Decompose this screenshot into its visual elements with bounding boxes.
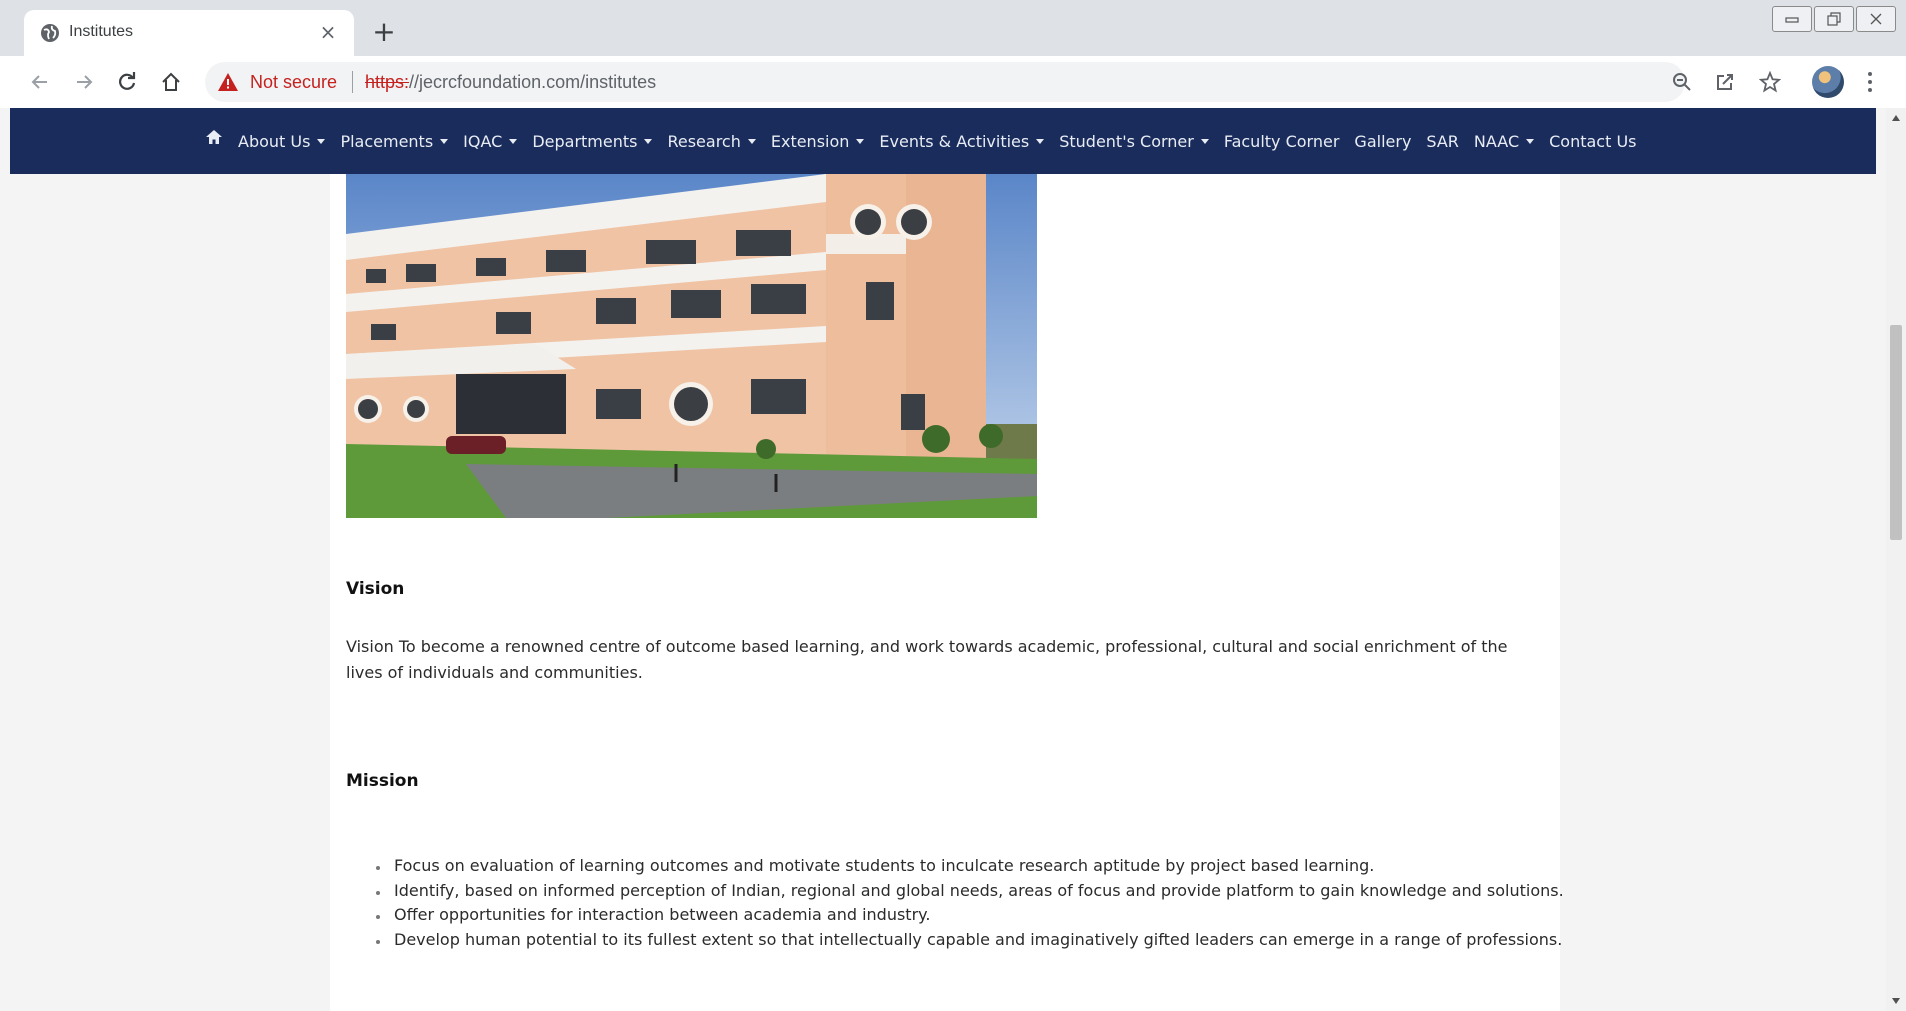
nav-item-placements[interactable]: Placements [340,131,449,151]
zoom-button[interactable] [1670,70,1694,94]
globe-icon [41,24,59,42]
warning-icon [218,73,238,91]
browser-toolbar: Not secure https://jecrcfoundation.com/i… [0,56,1906,108]
nav-item-extension[interactable]: Extension [771,132,865,151]
nav-item-events-activities[interactable]: Events & Activities [879,131,1045,151]
nav-item-label: IQAC [463,131,503,151]
browser-menu-icon[interactable] [1860,68,1880,96]
nav-item-iqac[interactable]: IQAC [463,131,518,151]
nav-item-contact-us[interactable]: Contact Us [1549,132,1636,151]
nav-item-gallery[interactable]: Gallery [1354,132,1411,151]
nav-item-label: Faculty Corner [1223,131,1340,151]
list-item: Offer opportunities for interaction betw… [390,903,1570,928]
restore-button[interactable] [1814,6,1854,32]
list-item: Identify, based on informed perception o… [390,879,1570,904]
nav-item-label: Student's Corner [1059,131,1194,151]
nav-item-label: SAR [1426,131,1459,151]
nav-item-label: Placements [340,131,434,151]
vision-text: Vision To become a renowned centre of ou… [346,637,1508,682]
caret-down-icon [747,138,756,144]
new-tab-button[interactable]: + [370,18,398,46]
scrollbar-thumb[interactable] [1890,325,1902,540]
home-icon [162,72,180,91]
bookmark-button[interactable] [1758,70,1782,94]
restore-icon [1827,12,1841,26]
nav-item-about-us[interactable]: About Us [238,131,326,151]
url-text[interactable]: https://jecrcfoundation.com/institutes [365,72,656,93]
close-tab-icon[interactable]: × [316,20,340,44]
nav-item-sar[interactable]: SAR [1426,132,1459,151]
reload-icon [119,72,136,90]
nav-item-label: Contact Us [1549,131,1637,151]
nav-item-label: Events & Activities [879,131,1030,151]
caret-down-icon [1200,138,1209,144]
star-icon [1759,71,1781,93]
caret-down-icon [509,138,518,144]
minimize-icon [1785,17,1799,23]
list-item: Develop human potential to its fullest e… [390,928,1570,953]
nav-item-research[interactable]: Research [667,131,756,151]
share-button[interactable] [1713,70,1737,94]
not-secure-label[interactable]: Not secure [250,72,337,93]
address-divider [352,71,353,93]
caret-down-icon [1036,138,1045,144]
nav-item-departments[interactable]: Departments [532,131,653,151]
back-arrow-icon [31,75,47,89]
back-button[interactable] [24,66,56,98]
caret-down-icon [856,138,865,144]
vertical-scrollbar[interactable] [1886,108,1906,1011]
mission-list: Focus on evaluation of learning outcomes… [346,854,1570,952]
campus-building-image [346,174,1037,518]
page-viewport: About Us Placements IQAC Departments Res… [0,108,1886,1011]
mission-heading: Mission [346,771,419,791]
nav-item-students-corner[interactable]: Student's Corner [1059,132,1209,151]
tab-strip: Institutes × + [0,0,1906,56]
nav-item-label: Gallery [1354,131,1412,151]
triangle-up-icon [1892,115,1900,121]
reload-button[interactable] [111,66,143,98]
triangle-down-icon [1892,998,1900,1004]
url-path: //jecrcfoundation.com/institutes [409,72,657,92]
caret-down-icon [1526,138,1535,144]
caret-down-icon [440,138,449,144]
nav-item-naac[interactable]: NAAC [1473,131,1535,151]
nav-item-label: NAAC [1473,131,1520,151]
forward-arrow-icon [77,75,93,89]
caret-down-icon [644,138,653,144]
nav-item-faculty-corner[interactable]: Faculty Corner [1224,132,1340,151]
scroll-down-button[interactable] [1886,991,1906,1011]
vision-heading: Vision [346,579,405,599]
zoom-out-icon [1673,73,1691,91]
close-window-button[interactable] [1856,6,1896,32]
window-controls [1772,6,1896,32]
caret-down-icon [317,138,326,144]
tab-title: Institutes [69,23,134,40]
scroll-up-button[interactable] [1886,108,1906,128]
share-icon [1717,74,1733,90]
list-item: Focus on evaluation of learning outcomes… [390,854,1570,879]
home-button[interactable] [155,66,187,98]
browser-tab[interactable]: Institutes × [24,10,354,56]
close-window-icon [1870,13,1882,25]
forward-button[interactable] [68,66,100,98]
nav-item-label: Extension [770,131,850,151]
main-navbar: About Us Placements IQAC Departments Res… [10,108,1876,174]
nav-item-label: Departments [532,131,638,151]
minimize-button[interactable] [1772,6,1812,32]
nav-item-label: About Us [238,131,311,151]
nav-item-label: Research [667,131,741,151]
profile-avatar[interactable] [1812,66,1844,98]
home-nav-icon[interactable] [206,130,222,144]
main-content: Vision Vision To become a renowned centr… [330,174,1564,1011]
address-bar[interactable]: Not secure https://jecrcfoundation.com/i… [205,62,1781,102]
url-scheme: https: [365,72,410,92]
nav-menu: About Us Placements IQAC Departments Res… [206,108,1652,174]
